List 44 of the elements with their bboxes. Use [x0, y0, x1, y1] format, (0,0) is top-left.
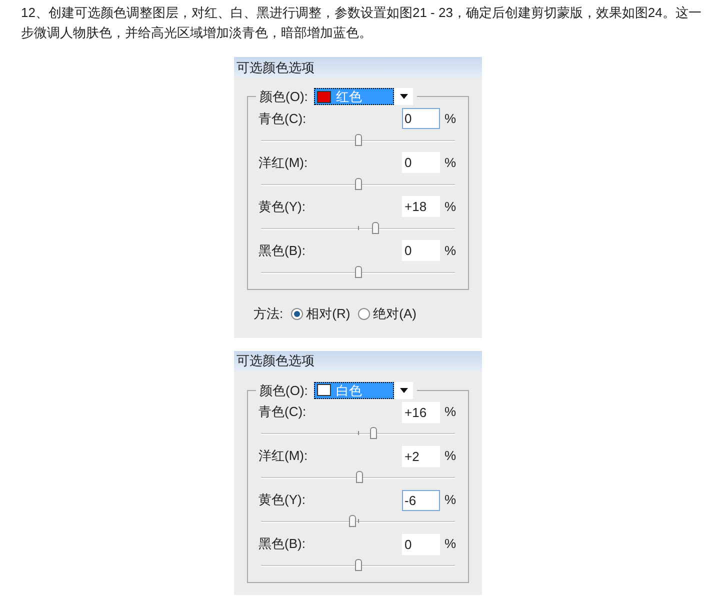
- caret-icon: [400, 388, 408, 393]
- percent-sign: %: [444, 447, 456, 466]
- slider-label: 洋红(M):: [258, 154, 309, 172]
- instruction-paragraph: 12、创建可选颜色调整图层，对红、白、黑进行调整，参数设置如图21 - 23，确定后创建剪切蒙版，效果如图24。这一步微调人物肤色，并给高光区域增加淡青色，暗部增加蓝色。: [20, 4, 702, 42]
- percent-sign: %: [444, 110, 456, 128]
- slider-thumb[interactable]: [354, 266, 362, 278]
- dialog-title: 可选颜色选项: [236, 354, 314, 367]
- color-value: 白色: [336, 384, 362, 397]
- value-field[interactable]: +18: [402, 196, 440, 217]
- slider-label: 青色(C):: [258, 110, 308, 128]
- value-field[interactable]: -6: [402, 490, 440, 510]
- slider-label: 黑色(B):: [258, 242, 306, 260]
- slider-label: 青色(C):: [258, 403, 308, 422]
- slider-thumb[interactable]: [370, 427, 378, 439]
- slider-thumb[interactable]: [354, 134, 362, 146]
- dialog-title: 可选颜色选项: [236, 60, 314, 74]
- percent-sign: %: [444, 154, 456, 172]
- slider-label: 黑色(B):: [258, 535, 306, 554]
- method-label: 方法:: [254, 304, 284, 323]
- value-field[interactable]: 0: [402, 240, 440, 261]
- slider-thumb[interactable]: [372, 222, 379, 234]
- slider-label: 黄色(Y):: [258, 491, 306, 510]
- method-radio[interactable]: 绝对(A): [358, 304, 417, 324]
- slider-thumb[interactable]: [356, 471, 364, 483]
- slider-label: 黄色(Y):: [258, 198, 306, 216]
- percent-sign: %: [444, 242, 456, 260]
- method-radio[interactable]: 相对(R): [291, 304, 350, 324]
- slider-thumb[interactable]: [354, 559, 362, 571]
- slider-thumb[interactable]: [354, 178, 362, 190]
- slider-label: 洋红(M):: [258, 447, 309, 466]
- value-field[interactable]: +16: [402, 402, 440, 422]
- value-field[interactable]: 0: [402, 108, 440, 129]
- value-field[interactable]: 0: [402, 534, 440, 554]
- caret-icon: [400, 94, 408, 100]
- percent-sign: %: [444, 491, 456, 510]
- percent-sign: %: [444, 403, 456, 422]
- color-value: 红色: [336, 90, 362, 104]
- percent-sign: %: [444, 535, 456, 554]
- color-label: 颜色(O):: [260, 382, 308, 400]
- value-field[interactable]: +2: [402, 446, 440, 466]
- slider-thumb[interactable]: [348, 515, 356, 527]
- percent-sign: %: [444, 198, 456, 216]
- color-label: 颜色(O):: [260, 88, 308, 106]
- value-field[interactable]: 0: [402, 152, 440, 173]
